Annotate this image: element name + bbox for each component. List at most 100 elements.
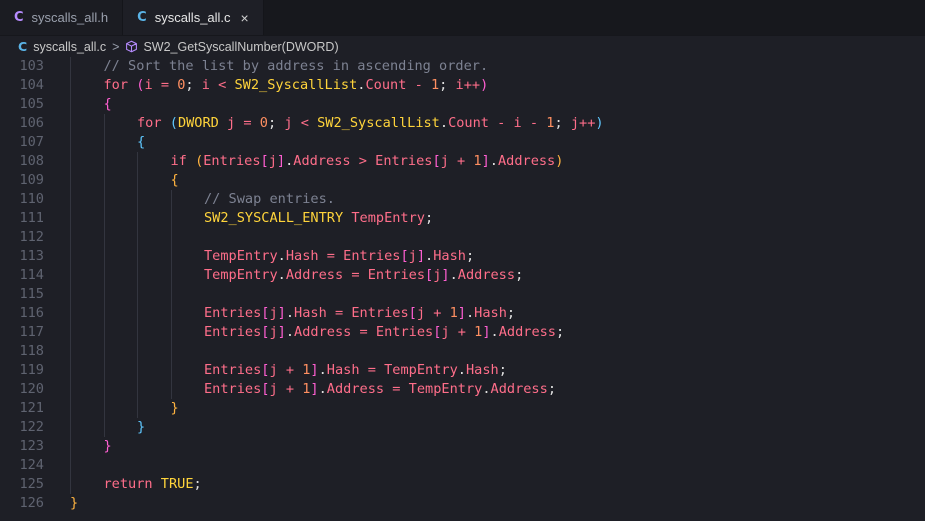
code-line[interactable]: 125 return TRUE; bbox=[0, 475, 925, 494]
indent-guide bbox=[103, 266, 105, 285]
indent-guide bbox=[70, 323, 71, 342]
code-token: { bbox=[103, 96, 112, 112]
code-token: ++ bbox=[579, 115, 596, 131]
code-token: ++ bbox=[463, 77, 481, 93]
indent-guide bbox=[103, 285, 105, 304]
code-line[interactable]: 114 TempEntry.Address = Entries[j].Addres… bbox=[0, 266, 925, 285]
indent-guide bbox=[70, 361, 71, 380]
code-line[interactable]: 115 bbox=[0, 285, 925, 304]
code-line[interactable]: 105 { bbox=[0, 95, 925, 114]
code-token: Address bbox=[293, 153, 351, 169]
code-text: { bbox=[104, 95, 112, 114]
code-token: Entries bbox=[367, 267, 426, 283]
cube-icon bbox=[125, 40, 138, 53]
code-token: j bbox=[269, 381, 278, 397]
code-line[interactable]: 103 // Sort the list by address in ascend… bbox=[0, 57, 925, 76]
indent-guide bbox=[70, 209, 71, 228]
indent-guide bbox=[170, 247, 172, 266]
code-token: 0 bbox=[259, 115, 268, 131]
indent-guide bbox=[103, 171, 105, 190]
code-token: Hash bbox=[285, 248, 319, 264]
code-token: ] bbox=[310, 381, 319, 397]
code-line[interactable]: 108 if (Entries[j].Address > Entries[j + … bbox=[0, 152, 925, 171]
code-line[interactable]: 116 Entries[j].Hash = Entries[j + 1].Hash… bbox=[0, 304, 925, 323]
code-token: j bbox=[269, 305, 278, 321]
code-text: } bbox=[104, 437, 112, 456]
indent-guide bbox=[103, 114, 105, 133]
code-line[interactable]: 110 // Swap entries. bbox=[0, 190, 925, 209]
code-line[interactable]: 109 { bbox=[0, 171, 925, 190]
code-editor[interactable]: 103 // Sort the list by address in ascend… bbox=[0, 57, 925, 521]
code-token: ; bbox=[185, 77, 202, 93]
code-token: Entries bbox=[204, 324, 262, 340]
line-number: 119 bbox=[19, 362, 44, 378]
code-token: 1 bbox=[473, 153, 482, 169]
tab-syscalls-all-c[interactable]: C syscalls_all.c × bbox=[123, 0, 264, 35]
code-line[interactable]: 119 Entries[j + 1].Hash = TempEntry.Hash; bbox=[0, 361, 925, 380]
code-token: TempEntry bbox=[408, 381, 483, 397]
code-token: } bbox=[137, 419, 146, 435]
line-number: 118 bbox=[19, 343, 44, 359]
code-token: . bbox=[482, 381, 491, 397]
code-token: } bbox=[170, 400, 179, 416]
breadcrumb-symbol[interactable]: SW2_GetSyscallNumber(DWORD) bbox=[143, 40, 338, 54]
indent-guide bbox=[137, 304, 138, 323]
line-number: 110 bbox=[19, 191, 44, 207]
tab-label: syscalls_all.h bbox=[31, 10, 109, 25]
indent-guide bbox=[103, 342, 105, 361]
code-token: ; bbox=[465, 248, 475, 264]
code-token: ; bbox=[506, 305, 516, 321]
indent-guide bbox=[137, 266, 138, 285]
code-token: SW2_SYSCALL_ENTRY bbox=[204, 210, 344, 226]
code-line[interactable]: 122} bbox=[0, 418, 925, 437]
code-token: > bbox=[358, 153, 367, 169]
indent-guide bbox=[70, 76, 71, 95]
code-line[interactable]: 117 Entries[j].Address = Entries[j + 1].A… bbox=[0, 323, 925, 342]
code-line[interactable]: 113 TempEntry.Hash = Entries[j].Hash; bbox=[0, 247, 925, 266]
code-line[interactable]: 121} bbox=[0, 399, 925, 418]
code-token: j bbox=[440, 153, 449, 169]
close-icon[interactable]: × bbox=[241, 10, 249, 26]
code-token: 1 bbox=[430, 77, 440, 93]
code-token: [ bbox=[400, 248, 409, 264]
code-line[interactable]: 126} bbox=[0, 494, 925, 513]
code-token: = bbox=[326, 248, 335, 264]
code-token: Address bbox=[285, 267, 344, 283]
code-token: Entries bbox=[375, 324, 434, 340]
code-line[interactable]: 123} bbox=[0, 437, 925, 456]
indent-guide bbox=[70, 133, 71, 152]
code-token: Entries bbox=[203, 153, 261, 169]
breadcrumb-file[interactable]: syscalls_all.c bbox=[33, 40, 106, 54]
indent-guide bbox=[137, 152, 138, 171]
code-line[interactable]: 124 bbox=[0, 456, 925, 475]
code-token: ) bbox=[595, 115, 604, 131]
code-line[interactable]: 118 bbox=[0, 342, 925, 361]
indent-guide bbox=[70, 266, 71, 285]
code-token: Address bbox=[294, 324, 352, 340]
indent-guide bbox=[137, 285, 138, 304]
code-text: // Swap entries. bbox=[204, 190, 335, 209]
code-line[interactable]: 106 for (DWORD j = 0; j < SW2_SyscallList… bbox=[0, 114, 925, 133]
code-line[interactable]: 111 SW2_SYSCALL_ENTRY TempEntry; bbox=[0, 209, 925, 228]
code-line[interactable]: 104 for (i = 0; i < SW2_SyscallList.Count… bbox=[0, 76, 925, 95]
code-token: Hash bbox=[474, 305, 507, 321]
code-line[interactable]: 107 { bbox=[0, 133, 925, 152]
indent-guide bbox=[103, 361, 105, 380]
code-line[interactable]: 120 Entries[j + 1].Address = TempEntry.Ad… bbox=[0, 380, 925, 399]
tab-syscalls-all-h[interactable]: C syscalls_all.h bbox=[0, 0, 124, 35]
code-token: = bbox=[367, 362, 376, 378]
line-number: 113 bbox=[19, 248, 44, 264]
code-line[interactable]: 112 bbox=[0, 228, 925, 247]
indent-guide bbox=[137, 190, 138, 209]
code-token: [ bbox=[432, 153, 441, 169]
code-token: . bbox=[425, 248, 434, 264]
line-number: 105 bbox=[19, 96, 44, 112]
